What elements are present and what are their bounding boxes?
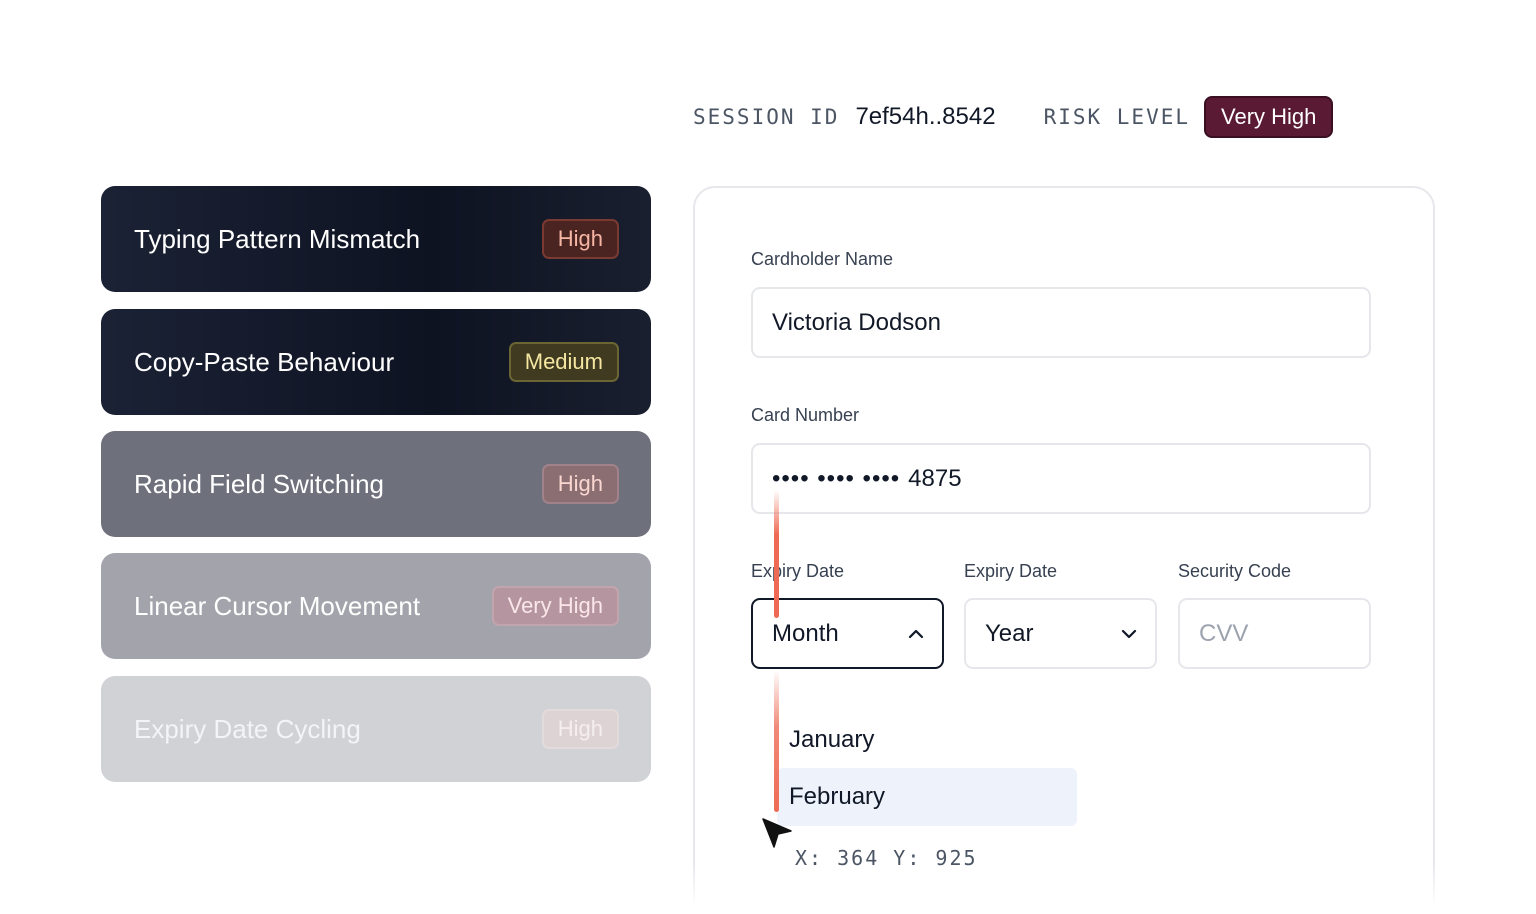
security-code-label: Security Code: [1178, 561, 1292, 581]
month-option-label: February: [789, 783, 886, 810]
session-header: SESSION ID 7ef54h..8542 RISK LEVEL Very …: [693, 96, 1334, 138]
signal-card-typing-pattern: Typing Pattern Mismatch High: [101, 186, 651, 292]
expiry-year-value: Year: [985, 619, 1034, 647]
security-code-field[interactable]: CVV: [1178, 598, 1371, 669]
signal-label: Linear Cursor Movement: [134, 590, 421, 621]
cursor-coordinates-readout: X: 364 Y: 925: [795, 846, 978, 870]
cardholder-name-label: Cardholder Name: [751, 249, 894, 269]
card-number-mask: •••• •••• ••••: [772, 464, 901, 492]
month-option-label: January: [789, 726, 875, 753]
chevron-up-icon: [907, 625, 925, 643]
cursor-trail-segment: [774, 670, 779, 812]
signal-label: Rapid Field Switching: [134, 468, 385, 499]
severity-badge: High: [541, 709, 619, 749]
expiry-month-label: Expiry Date: [751, 561, 845, 581]
month-option-february[interactable]: February: [777, 768, 1077, 826]
signal-label: Copy-Paste Behaviour: [134, 346, 395, 377]
risk-level-label: RISK LEVEL: [1043, 105, 1191, 129]
cursor-trail-segment: [774, 490, 779, 618]
severity-badge: High: [541, 219, 619, 259]
severity-badge: Very High: [491, 586, 619, 626]
mouse-pointer-icon: [762, 818, 792, 848]
severity-badge: High: [541, 464, 619, 504]
chevron-down-icon: [1120, 625, 1138, 643]
cardholder-name-value: Victoria Dodson: [772, 308, 941, 336]
cardholder-name-field[interactable]: Victoria Dodson: [751, 287, 1371, 358]
expiry-year-select[interactable]: Year: [964, 598, 1157, 669]
signal-card-rapid-field-switching: Rapid Field Switching High: [101, 431, 651, 537]
expiry-year-label: Expiry Date: [964, 561, 1058, 581]
card-number-label: Card Number: [751, 405, 860, 425]
signal-card-expiry-cycling: Expiry Date Cycling High: [101, 676, 651, 782]
month-option-january[interactable]: January: [777, 711, 1077, 769]
signal-card-linear-cursor: Linear Cursor Movement Very High: [101, 553, 651, 659]
session-id-label: SESSION ID: [693, 105, 840, 129]
card-number-last4: 4875: [908, 464, 962, 492]
signal-card-copy-paste: Copy-Paste Behaviour Medium: [101, 309, 651, 415]
cvv-placeholder: CVV: [1199, 619, 1249, 647]
expiry-month-value: Month: [772, 619, 839, 647]
card-number-field[interactable]: •••• •••• •••• 4875: [751, 443, 1371, 514]
expiry-month-select[interactable]: Month: [751, 598, 944, 669]
session-id-value: 7ef54h..8542: [855, 103, 996, 130]
severity-badge: Medium: [508, 342, 619, 382]
signal-label: Expiry Date Cycling: [134, 713, 361, 744]
signal-label: Typing Pattern Mismatch: [134, 223, 421, 254]
risk-level-badge: Very High: [1204, 96, 1334, 138]
